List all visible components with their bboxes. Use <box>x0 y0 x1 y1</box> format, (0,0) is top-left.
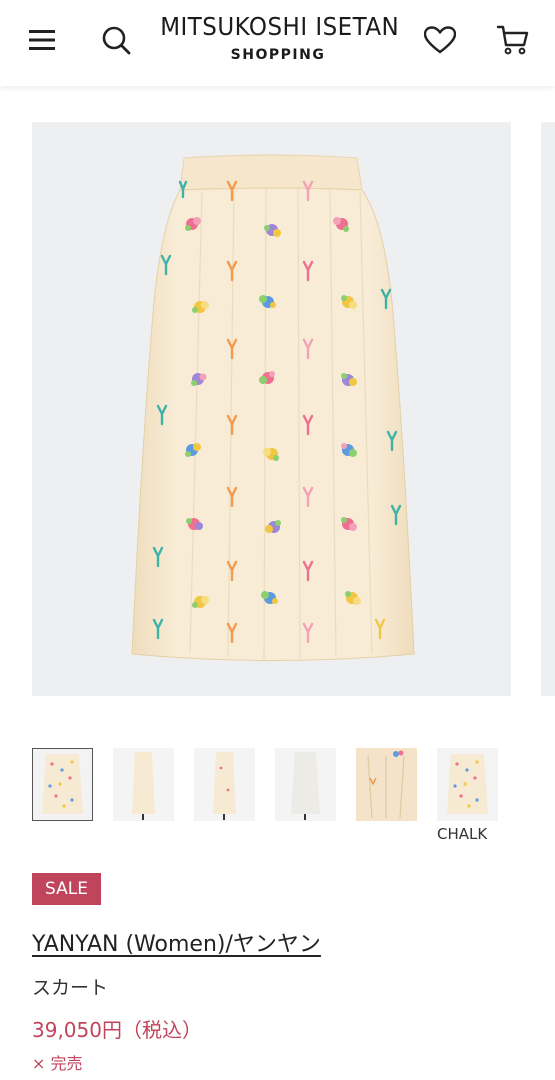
menu-button[interactable] <box>22 20 62 60</box>
thumbnail-image <box>356 748 417 821</box>
favorites-button[interactable] <box>420 20 460 60</box>
thumbnail-color-caption: CHALK <box>437 825 488 843</box>
search-button[interactable] <box>96 20 136 60</box>
thumbnail-3[interactable] <box>194 748 255 821</box>
thumbnail-5[interactable] <box>356 748 417 821</box>
thumbnail-image <box>275 748 336 821</box>
thumbnail-image <box>113 748 174 821</box>
next-image-peek[interactable] <box>541 122 555 696</box>
menu-icon <box>29 30 55 50</box>
thumbnail-strip: CHALK <box>32 748 532 848</box>
cart-button[interactable] <box>493 20 533 60</box>
product-price: 39,050円（税込） <box>32 1018 202 1042</box>
site-header: MITSUKOSHI ISETAN SHOPPING <box>0 0 555 86</box>
heart-icon <box>424 26 456 54</box>
skirt-image <box>131 154 415 661</box>
search-icon <box>102 26 131 55</box>
sale-badge: SALE <box>32 873 101 905</box>
thumbnail-4[interactable] <box>275 748 336 821</box>
cart-icon <box>496 25 529 55</box>
thumbnail-image <box>194 748 255 821</box>
logo-sub-text: SHOPPING <box>230 47 326 63</box>
site-logo[interactable]: MITSUKOSHI ISETAN SHOPPING <box>150 12 406 63</box>
stock-status: × 完売 <box>32 1054 83 1073</box>
product-main-image[interactable] <box>32 122 511 696</box>
thumbnail-2[interactable] <box>113 748 174 821</box>
thumbnail-1[interactable] <box>32 748 93 821</box>
brand-link[interactable]: YANYAN (Women)/ヤンヤン <box>32 926 321 958</box>
logo-main-text: MITSUKOSHI ISETAN <box>160 12 400 41</box>
thumbnail-image <box>32 748 93 821</box>
product-name: スカート <box>32 977 109 999</box>
thumbnail-image <box>437 748 498 821</box>
thumbnail-6[interactable] <box>437 748 498 821</box>
